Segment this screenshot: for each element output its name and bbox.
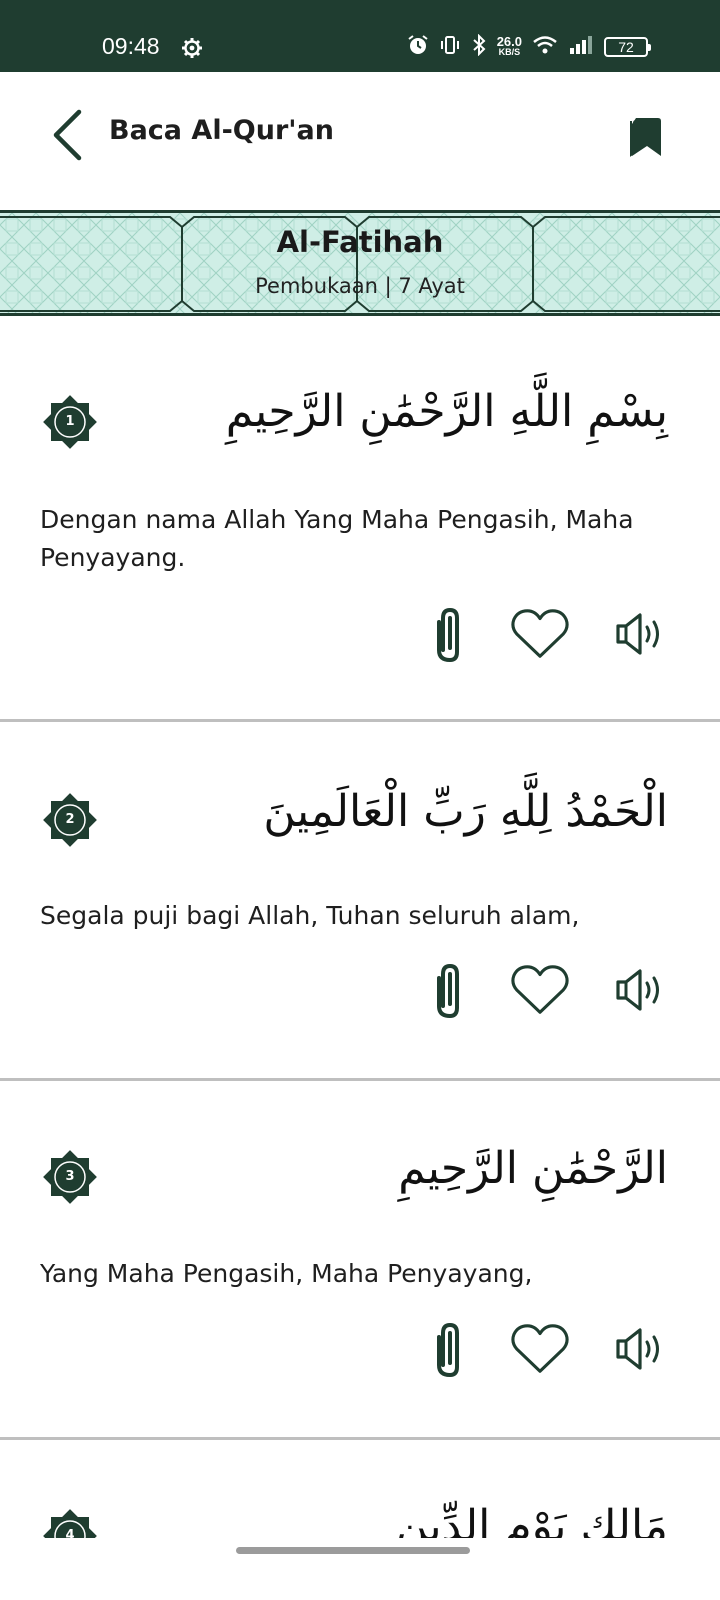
verse-number: 2 [65,812,75,827]
verse-item: 2 الْحَمْدُ لِلَّهِ رَبِّ الْعَالَمِينَ … [0,722,720,1081]
verse-arabic-text: الرَّحْمَٰنِ الرَّحِيمِ [398,1143,668,1194]
verse-arabic-text: الْحَمْدُ لِلَّهِ رَبِّ الْعَالَمِينَ [263,786,668,837]
surah-name: Al-Fatihah [276,225,444,259]
net-speed: 26.0 KB/S [496,34,522,57]
attach-button[interactable] [420,602,480,666]
verse-translation: Segala puji bagi Allah, Tuhan seluruh al… [40,901,580,930]
status-icons: 26.0 KB/S 72 [407,33,651,60]
verse-number: 3 [65,1169,75,1184]
heart-icon [511,965,569,1014]
surah-banner: Al-Fatihah Pembukaan | 7 Ayat [0,210,720,316]
verse-item: 3 الرَّحْمَٰنِ الرَّحِيمِ Yang Maha Peng… [0,1081,720,1440]
status-bar: 09:48 26.0 KB/S 72 [0,0,720,72]
speaker-icon [616,1328,659,1370]
favorite-button[interactable] [510,602,570,666]
heart-icon [511,609,569,658]
favorite-button[interactable] [510,958,570,1022]
battery-icon: 72 [604,37,651,57]
paperclip-icon [437,963,459,1019]
play-audio-button[interactable] [610,602,670,666]
heart-icon [511,1324,569,1373]
paperclip-icon [437,1322,459,1378]
play-audio-button[interactable] [610,1317,670,1381]
attach-button[interactable] [420,958,480,1022]
chevron-left-icon [53,109,82,161]
verse-translation: Dengan nama Allah Yang Maha Pengasih, Ma… [40,505,634,572]
verse-actions [420,958,680,1022]
surah-meta: Pembukaan | 7 Ayat [255,274,465,298]
net-speed-unit: KB/S [498,47,521,57]
verse-number: 4 [65,1528,75,1538]
bookmark-icon [630,118,661,157]
verse-item-partial: 4 مَالِكِ يَوْمِ الدِّينِ [0,1443,720,1538]
verse-number-badge: 4 [42,1508,98,1538]
bluetooth-icon [471,33,487,60]
battery-level: 72 [618,39,634,55]
gear-icon [181,37,203,63]
verse-arabic-text: مَالِكِ يَوْمِ الدِّينِ [395,1501,668,1538]
verse-number-badge: 2 [42,792,98,848]
status-time: 09:48 [102,33,160,59]
paperclip-icon [437,607,459,663]
verse-translation: Yang Maha Pengasih, Maha Penyayang, [40,1259,533,1288]
app-header: Baca Al-Qur'an [0,72,720,192]
wifi-icon [532,34,558,60]
verse-number: 1 [65,414,75,429]
page-title: Baca Al-Qur'an [109,115,334,146]
vibrate-icon [439,34,461,60]
back-button[interactable] [44,107,88,163]
verse-actions [420,1317,680,1381]
verse-number-badge: 3 [42,1149,98,1205]
home-indicator[interactable] [236,1547,470,1554]
speaker-icon [616,613,659,655]
verse-item: 1 بِسْمِ اللَّهِ الرَّحْمَٰنِ الرَّحِيمِ… [0,316,720,722]
bookmark-button[interactable] [626,114,666,160]
net-speed-value: 26.0 [496,34,522,49]
alarm-icon [407,34,429,60]
verse-actions [420,602,680,666]
signal-icon [568,34,594,60]
favorite-button[interactable] [510,1317,570,1381]
speaker-icon [616,969,659,1011]
verse-number-badge: 1 [42,394,98,450]
attach-button[interactable] [420,1317,480,1381]
verse-arabic-text: بِسْمِ اللَّهِ الرَّحْمَٰنِ الرَّحِيمِ [225,386,668,437]
play-audio-button[interactable] [610,958,670,1022]
